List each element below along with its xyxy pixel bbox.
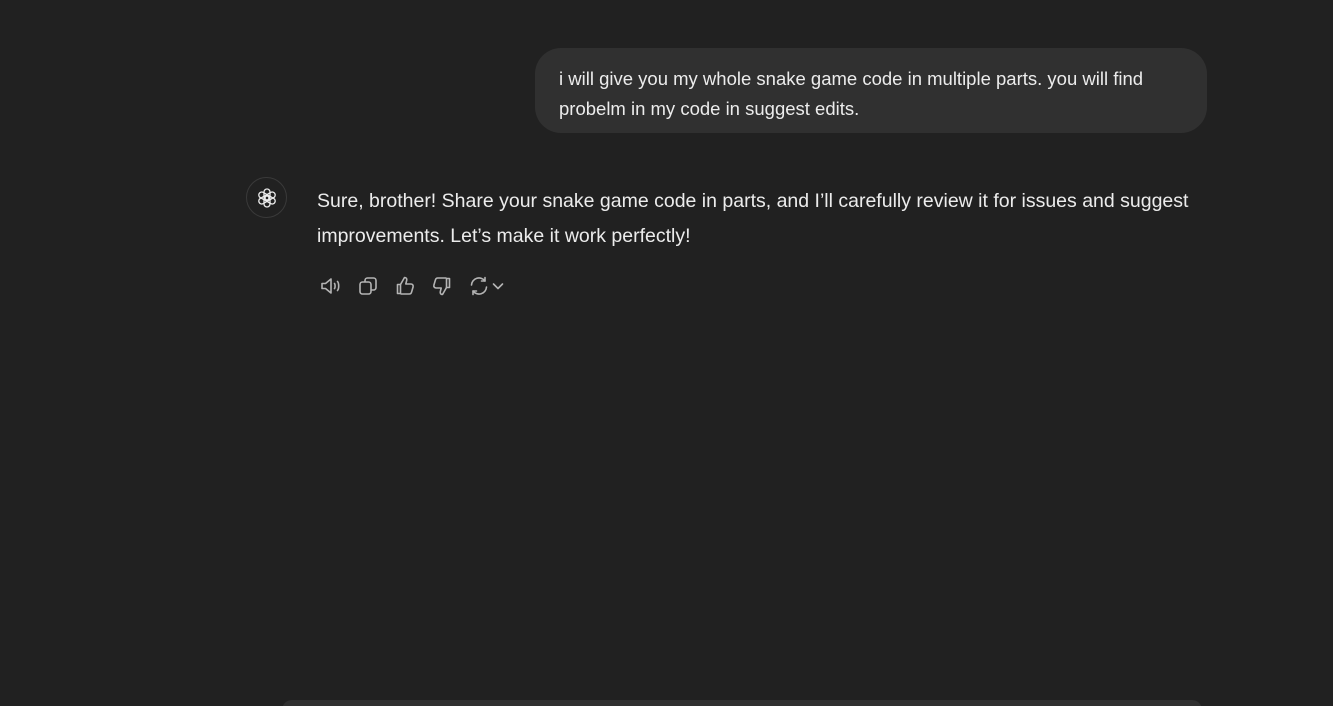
thumbs-down-icon [433,277,451,296]
copy-button[interactable] [354,272,382,300]
message-composer[interactable] [282,700,1202,706]
chat-page: i will give you my whole snake game code… [0,0,1333,706]
thumbs-up-icon [396,276,414,295]
user-message-text: i will give you my whole snake game code… [559,68,1144,119]
openai-logo-icon [257,187,276,208]
message-actions-bar [317,272,516,300]
copy-icon [359,277,377,295]
regenerate-icon [470,276,488,296]
assistant-avatar [246,177,287,218]
regenerate-button[interactable] [465,272,507,300]
speaker-icon [321,278,340,294]
good-response-button[interactable] [391,272,419,300]
user-message-bubble: i will give you my whole snake game code… [535,48,1207,133]
assistant-message: Sure, brother! Share your snake game cod… [317,184,1217,254]
chevron-down-icon [492,283,504,290]
bad-response-button[interactable] [428,272,456,300]
read-aloud-button[interactable] [317,272,345,300]
assistant-message-text: Sure, brother! Share your snake game cod… [317,190,1189,247]
